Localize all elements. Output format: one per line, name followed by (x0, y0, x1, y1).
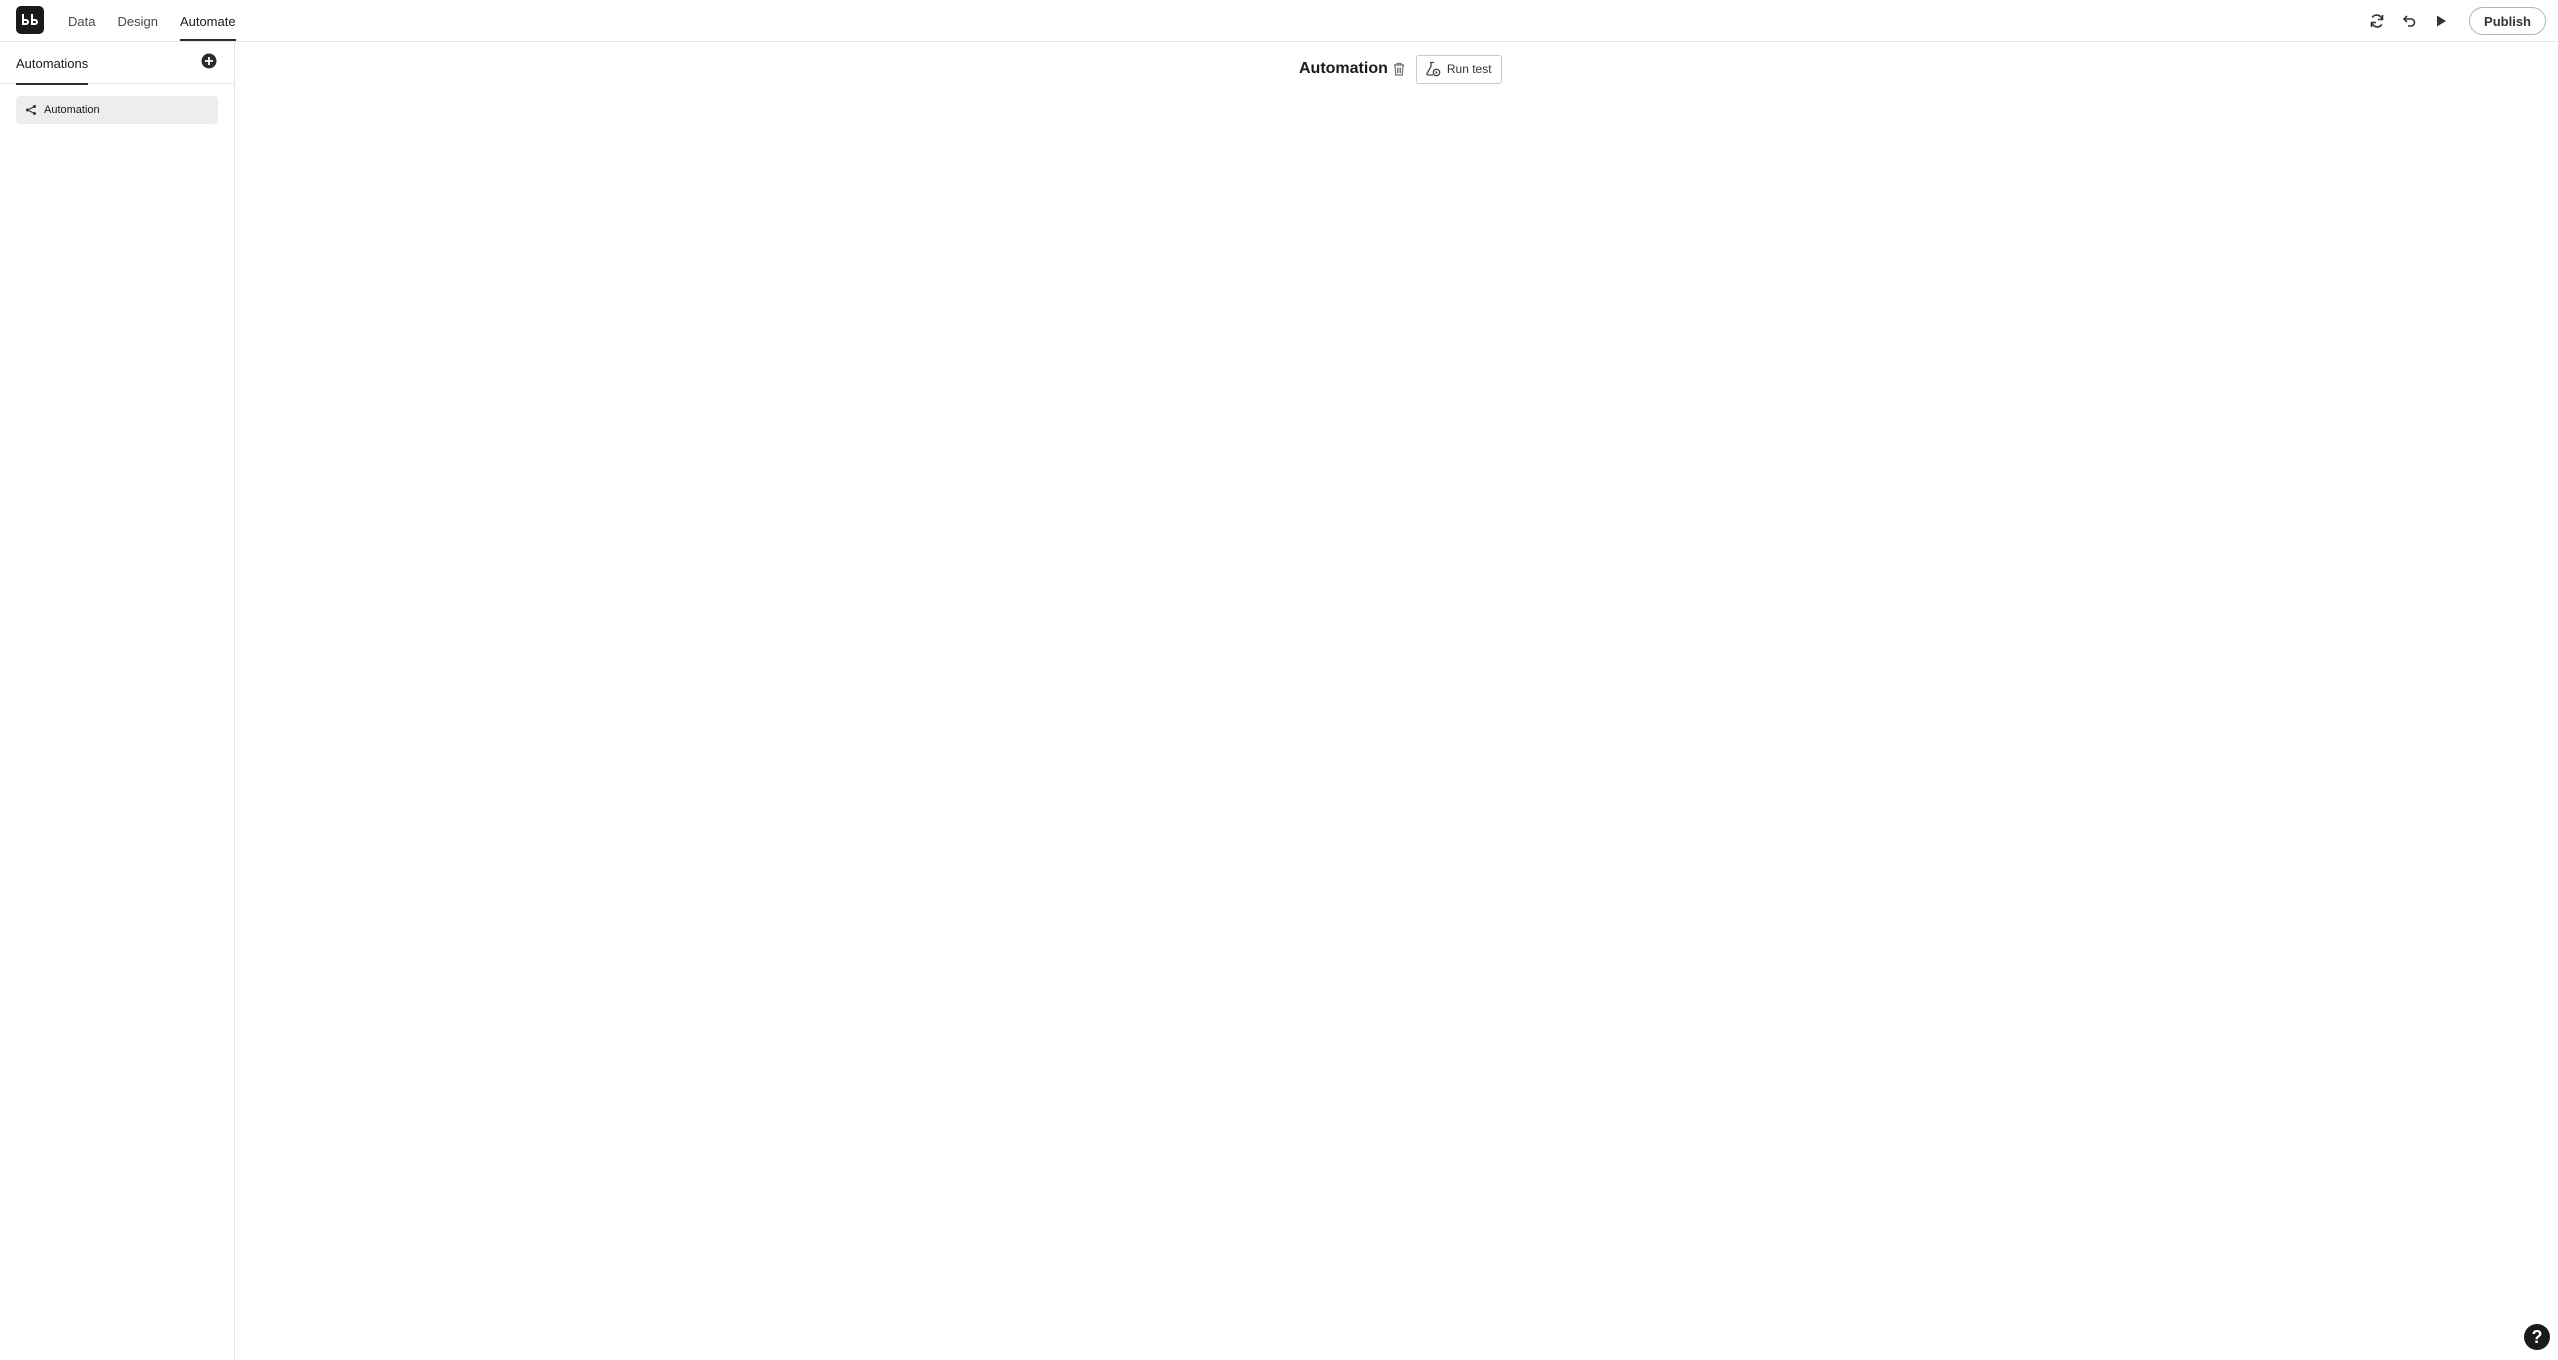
flask-run-icon (1426, 61, 1441, 77)
automation-title: Automation (1299, 60, 1388, 77)
add-automation-button[interactable] (200, 52, 218, 70)
help-button[interactable]: ? (2524, 1324, 2550, 1350)
trash-icon (1393, 62, 1404, 76)
automation-canvas: ? (236, 42, 2558, 1360)
sidebar-item-automation[interactable]: Automation (16, 96, 218, 124)
automation-header: Automation Run test (1299, 54, 1502, 84)
undo-icon (2402, 15, 2416, 27)
sidebar-item-label: Automation (44, 104, 100, 116)
run-test-button[interactable]: Run test (1415, 54, 1502, 84)
budibase-logo[interactable] (16, 6, 44, 34)
sidebar-header: Automations (0, 42, 234, 85)
delete-automation-button[interactable] (1390, 60, 1408, 78)
nav-tab-automate[interactable]: Automate (179, 0, 236, 42)
tab-automations[interactable]: Automations (16, 42, 89, 85)
top-actions: Publish (2361, 5, 2546, 37)
logo-mark-icon (22, 14, 38, 25)
undo-button[interactable] (2393, 5, 2425, 37)
sync-icon (2370, 14, 2384, 28)
add-circle-icon (201, 53, 217, 69)
help-icon: ? (2531, 1326, 2543, 1347)
nav-tab-data[interactable]: Data (68, 0, 95, 42)
share-network-icon (26, 105, 36, 115)
run-test-label: Run test (1446, 62, 1492, 76)
top-bar: Data Design Automate Publish (0, 0, 2558, 42)
sync-button[interactable] (2361, 5, 2393, 37)
play-icon (2437, 15, 2447, 27)
publish-button[interactable]: Publish (2469, 7, 2546, 35)
preview-button[interactable] (2425, 5, 2457, 37)
automations-sidebar: Automations Automation (0, 42, 235, 1360)
main-nav: Data Design Automate (68, 0, 258, 42)
nav-tab-design[interactable]: Design (117, 0, 157, 42)
